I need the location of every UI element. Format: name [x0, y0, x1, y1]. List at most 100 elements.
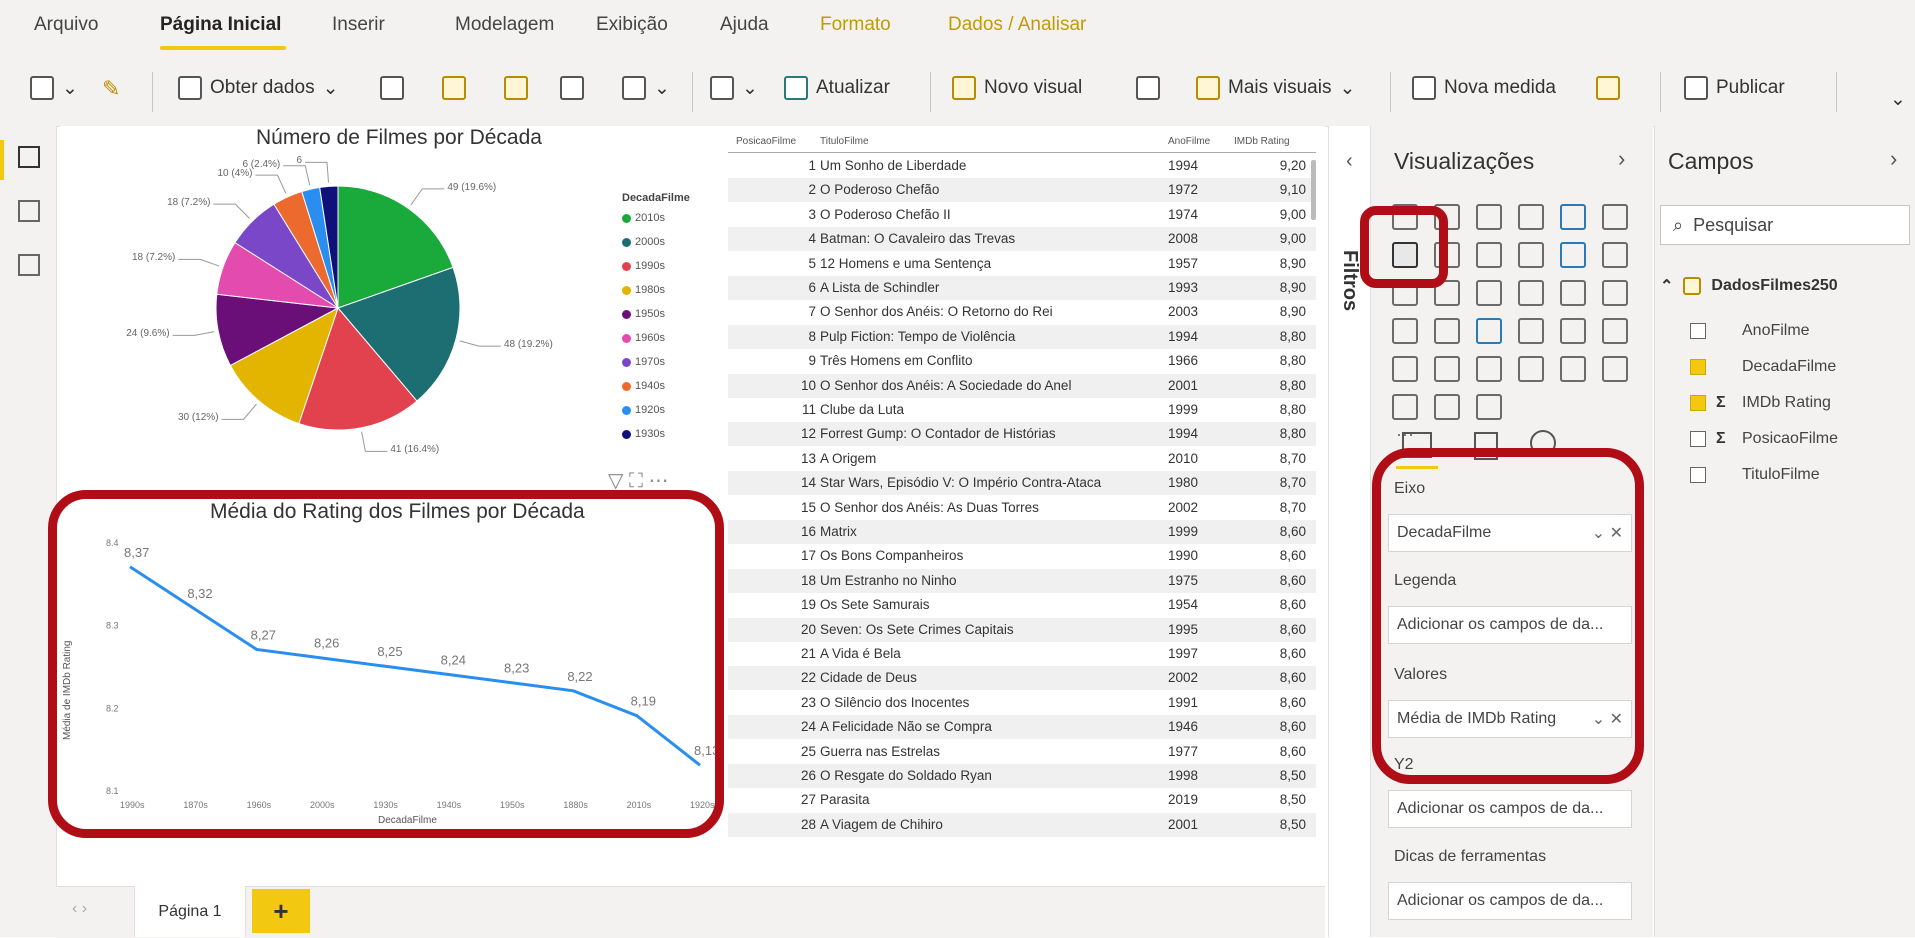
- table-row[interactable]: 20 Seven: Os Sete Crimes Capitais 1995 8,60: [728, 617, 1316, 642]
- visual-type-icon[interactable]: [1560, 280, 1586, 306]
- col-header-titulo[interactable]: TituloFilme: [820, 136, 869, 147]
- filters-pane[interactable]: [1328, 126, 1371, 937]
- visual-type-icon[interactable]: [1476, 318, 1502, 344]
- text-box-button[interactable]: [1136, 76, 1160, 100]
- visual-type-icon[interactable]: [1560, 242, 1586, 268]
- visual-type-icon[interactable]: [1434, 356, 1460, 382]
- table-scrollbar[interactable]: [1311, 160, 1316, 220]
- table-row[interactable]: 11 Clube da Luta 1999 8,80: [728, 398, 1316, 422]
- visual-type-icon[interactable]: [1602, 318, 1628, 344]
- field-well-1[interactable]: Adicionar os campos de da...: [1388, 606, 1632, 644]
- visual-type-icon[interactable]: [1434, 280, 1460, 306]
- table-row[interactable]: 15 O Senhor dos Anéis: As Duas Torres 2002…: [728, 496, 1316, 520]
- visual-type-icon[interactable]: [1476, 280, 1502, 306]
- visual-type-icon[interactable]: [1434, 242, 1460, 268]
- format-painter-button[interactable]: ✎: [102, 76, 120, 102]
- visual-type-icon[interactable]: [1476, 356, 1502, 382]
- visual-type-icon[interactable]: [1476, 204, 1502, 230]
- table-row[interactable]: 18 Um Estranho no Ninho 1975 8,60: [728, 568, 1316, 593]
- table-row[interactable]: 26 O Resgate do Soldado Ryan 1998 8,50: [728, 764, 1316, 788]
- table-row[interactable]: 6A Lista de Schindler 1993 8,90: [728, 276, 1316, 300]
- field-well-0[interactable]: DecadaFilme ⌄ ✕: [1388, 514, 1632, 552]
- visual-type-icon[interactable]: [1476, 394, 1502, 420]
- analytics-tab-icon[interactable]: [1530, 430, 1556, 456]
- obter-dados-button[interactable]: Obter dados ⌄: [178, 76, 339, 100]
- enter-data-button[interactable]: [560, 76, 584, 100]
- table-row[interactable]: 2O Poderoso Chefão 1972 9,10: [728, 178, 1316, 203]
- table-node[interactable]: ⌃ DadosFilmes250: [1660, 276, 1838, 296]
- legend-item-2000s[interactable]: 2000s: [622, 236, 665, 248]
- table-row[interactable]: 1 Um Sonho de Liberdade 1994 9,20: [728, 154, 1316, 178]
- model-view-icon[interactable]: [18, 254, 40, 276]
- field-item-TituloFilme[interactable]: TituloFilme: [1690, 466, 1820, 484]
- sql-button[interactable]: [504, 76, 528, 100]
- line-chart[interactable]: 8.4 8.3 8.2 8.1 8,37 1990s 8,32 1870s 8,27 1960s 8…: [60, 520, 715, 830]
- fields-tab-icon[interactable]: [1402, 432, 1432, 458]
- field-well-4[interactable]: Adicionar os campos de da...: [1388, 882, 1632, 920]
- visual-menu-icons[interactable]: ▽ ⛶ ⋯: [608, 468, 669, 493]
- excel-button[interactable]: [380, 76, 404, 100]
- legend-item-1960s[interactable]: 1960s: [622, 332, 665, 344]
- visual-type-icon[interactable]: [1392, 204, 1418, 230]
- well-remove-icon[interactable]: ⌄ ✕: [1592, 523, 1623, 543]
- paste-button[interactable]: ⌄: [30, 76, 78, 100]
- visual-type-icon[interactable]: [1560, 204, 1586, 230]
- publicar-button[interactable]: Publicar: [1684, 76, 1785, 100]
- field-item-IMDb Rating[interactable]: Σ IMDb Rating: [1690, 394, 1831, 412]
- collapse-fields-icon[interactable]: ›: [1890, 146, 1897, 172]
- menu-dados-analisar[interactable]: Dados / Analisar: [948, 14, 1086, 36]
- pie-chart[interactable]: [60, 150, 720, 480]
- table-row[interactable]: 21 A Vida é Bela 1997 8,60: [728, 642, 1316, 666]
- fields-search-input[interactable]: ⌕ Pesquisar: [1660, 205, 1910, 245]
- add-page-button[interactable]: +: [252, 889, 310, 933]
- recent-sources-button[interactable]: ⌄: [622, 76, 670, 100]
- visual-type-icon[interactable]: [1392, 394, 1418, 420]
- visual-type-icon[interactable]: [1602, 356, 1628, 382]
- table-row[interactable]: 28 A Viagem de Chihiro 2001 8,50: [728, 812, 1316, 837]
- legend-item-1990s[interactable]: 1990s: [622, 260, 665, 272]
- visual-type-icon[interactable]: [1560, 356, 1586, 382]
- visual-type-icon[interactable]: [1602, 280, 1628, 306]
- page-tab-1[interactable]: Página 1: [134, 886, 246, 937]
- visual-type-icon[interactable]: [1518, 280, 1544, 306]
- field-checkbox[interactable]: [1690, 431, 1706, 447]
- legend-item-1930s[interactable]: 1930s: [622, 428, 665, 440]
- table-row[interactable]: 16 Matrix 1999 8,60: [728, 520, 1316, 544]
- transform-button[interactable]: ⌄: [710, 76, 758, 100]
- menu-modelagem[interactable]: Modelagem: [455, 14, 554, 36]
- visual-type-icon[interactable]: [1434, 318, 1460, 344]
- field-item-PosicaoFilme[interactable]: Σ PosicaoFilme: [1690, 430, 1838, 448]
- field-well-3[interactable]: Adicionar os campos de da...: [1388, 790, 1632, 828]
- field-well-2[interactable]: Média de IMDb Rating ⌄ ✕: [1388, 700, 1632, 738]
- quick-measure-button[interactable]: [1596, 76, 1620, 100]
- data-view-icon[interactable]: [18, 200, 40, 222]
- table-row[interactable]: 25 Guerra nas Estrelas 1977 8,60: [728, 740, 1316, 764]
- col-header-ano[interactable]: AnoFilme: [1168, 136, 1210, 147]
- field-item-DecadaFilme[interactable]: DecadaFilme: [1690, 358, 1836, 376]
- visual-type-icon[interactable]: [1518, 204, 1544, 230]
- collapse-ribbon-button[interactable]: ⌄: [1890, 88, 1906, 111]
- visual-type-icon[interactable]: [1518, 356, 1544, 382]
- legend-item-2010s[interactable]: 2010s: [622, 212, 665, 224]
- legend-item-1980s[interactable]: 1980s: [622, 284, 665, 296]
- page-nav-arrows[interactable]: ‹ ›: [72, 900, 87, 918]
- table-row[interactable]: 5 12 Homens e uma Sentença 1957 8,90: [728, 252, 1316, 276]
- visual-type-icon[interactable]: [1518, 318, 1544, 344]
- filters-label[interactable]: Filtros: [1338, 250, 1361, 311]
- table-row[interactable]: 24 A Felicidade Não se Compra 1946 8,60: [728, 715, 1316, 740]
- field-checkbox[interactable]: [1690, 395, 1706, 411]
- visual-type-icon[interactable]: [1392, 356, 1418, 382]
- collapse-table-icon[interactable]: ⌃: [1660, 276, 1673, 296]
- menu-exibicao[interactable]: Exibição: [596, 14, 668, 36]
- table-row[interactable]: 4 Batman: O Cavaleiro das Trevas 2008 9,00: [728, 227, 1316, 252]
- table-row[interactable]: 23 O Silêncio dos Inocentes 1991 8,60: [728, 691, 1316, 715]
- visual-type-icon[interactable]: [1560, 318, 1586, 344]
- well-remove-icon[interactable]: ⌄ ✕: [1592, 709, 1623, 729]
- nova-medida-button[interactable]: Nova medida: [1412, 76, 1556, 100]
- table-row[interactable]: 9 Três Homens em Conflito 1966 8,80: [728, 349, 1316, 373]
- visual-type-icon[interactable]: [1392, 318, 1418, 344]
- col-header-posicao[interactable]: PosicaoFilme: [736, 136, 796, 147]
- collapse-filters-icon[interactable]: ‹: [1346, 150, 1353, 173]
- table-row[interactable]: 17 Os Bons Companheiros 1990 8,60: [728, 544, 1316, 568]
- menu-ajuda[interactable]: Ajuda: [720, 14, 769, 36]
